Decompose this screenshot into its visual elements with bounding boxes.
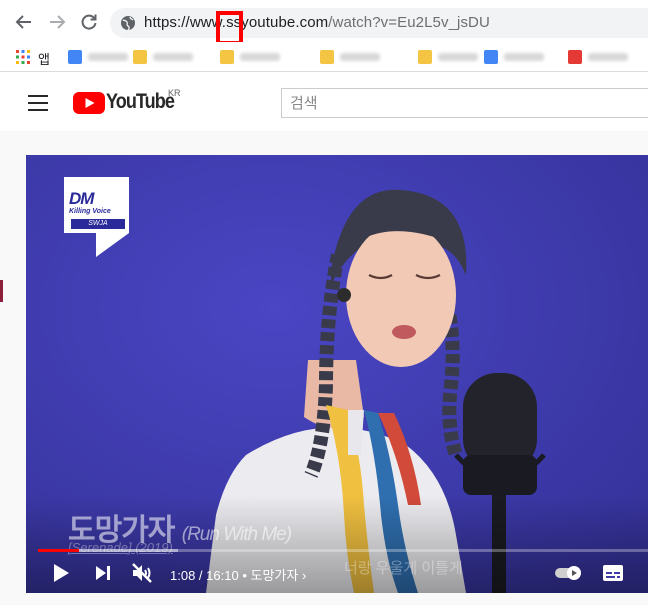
apps-grid-icon[interactable] <box>16 50 30 64</box>
bookmark-favicon-icon <box>418 50 432 64</box>
song-subtitle-overlay: [Serenade] (2019) <box>68 540 173 555</box>
bookmark-favicon-icon <box>568 50 582 64</box>
reload-button[interactable] <box>76 9 102 35</box>
next-button[interactable] <box>90 560 116 586</box>
url-path: /watch?v=Eu2L5v_jsDU <box>328 14 490 31</box>
globe-icon <box>121 16 135 31</box>
skip-next-icon <box>96 566 110 580</box>
autoplay-toggle-icon <box>555 566 581 580</box>
bookmark-favicon-icon <box>220 50 234 64</box>
autoplay-toggle[interactable] <box>554 561 584 585</box>
bookmark-favicon-icon <box>484 50 498 64</box>
video-player[interactable]: DM Killing Voice SWJA 도망가자 (Run With Me)… <box>26 155 648 593</box>
chapter-title[interactable]: 도망가자 <box>250 568 298 583</box>
bookmark-favicon-icon <box>68 50 82 64</box>
url-prefix: https://www. <box>144 14 227 31</box>
url-domain: youtube.com <box>241 14 329 31</box>
bookmark-item[interactable] <box>568 49 628 65</box>
bookmark-label <box>88 53 128 61</box>
badge-subtitle: Killing Voice <box>69 208 111 215</box>
play-button[interactable] <box>48 560 74 586</box>
url-annotation-box <box>216 11 243 45</box>
sidebar-edge-marker <box>0 280 3 302</box>
reload-icon <box>81 14 97 30</box>
settings-button[interactable] <box>638 561 648 585</box>
bookmark-label <box>240 53 280 61</box>
bookmark-label <box>438 53 478 61</box>
apps-label[interactable]: 앱 <box>38 49 50 68</box>
bookmark-item[interactable] <box>484 49 544 65</box>
bookmark-item[interactable] <box>133 49 193 65</box>
bookmarks-bar: 앱 <box>0 42 648 72</box>
volume-muted-icon <box>132 563 152 583</box>
song-title-en: (Run With Me) <box>181 524 292 545</box>
menu-icon[interactable] <box>28 95 48 111</box>
forward-button[interactable] <box>44 9 70 35</box>
browser-toolbar: https://www.ssyoutube.com/watch?v=Eu2L5v… <box>0 0 648 45</box>
bookmark-item[interactable] <box>220 49 280 65</box>
play-icon <box>54 564 69 582</box>
bookmark-label <box>504 53 544 61</box>
bookmark-label <box>340 53 380 61</box>
youtube-masthead: YouTube KR <box>0 73 648 131</box>
bookmark-label <box>588 53 628 61</box>
youtube-logo-icon[interactable] <box>73 92 105 114</box>
lyric-caption: 너랑 우울게 이틀게 <box>344 560 463 577</box>
bookmark-favicon-icon <box>320 50 334 64</box>
back-arrow-icon <box>15 15 31 29</box>
progress-played <box>38 549 79 552</box>
bookmark-item[interactable] <box>68 49 128 65</box>
address-bar[interactable]: https://www.ssyoutube.com/watch?v=Eu2L5v… <box>110 8 648 38</box>
bookmark-item[interactable] <box>418 49 478 65</box>
mute-button[interactable] <box>128 559 156 587</box>
subtitles-button[interactable] <box>600 561 626 585</box>
region-label: KR <box>168 88 181 98</box>
bookmark-label <box>153 53 193 61</box>
bookmark-item[interactable] <box>320 49 380 65</box>
search-input[interactable] <box>282 89 648 117</box>
subtitles-icon <box>603 565 623 581</box>
time-display: 1:08 / 16:10 • 도망가자 › <box>170 568 307 583</box>
forward-arrow-icon <box>50 15 66 29</box>
badge-tag: SWJA <box>71 219 125 229</box>
badge-title: DM <box>69 189 94 208</box>
back-button[interactable] <box>11 9 37 35</box>
duration: 16:10 <box>206 568 239 583</box>
search-box[interactable] <box>281 88 648 118</box>
url-text: https://www.ssyoutube.com/watch?v=Eu2L5v… <box>144 14 490 31</box>
youtube-logo-text[interactable]: YouTube <box>106 90 175 114</box>
current-time: 1:08 <box>170 568 196 583</box>
bookmark-favicon-icon <box>133 50 147 64</box>
